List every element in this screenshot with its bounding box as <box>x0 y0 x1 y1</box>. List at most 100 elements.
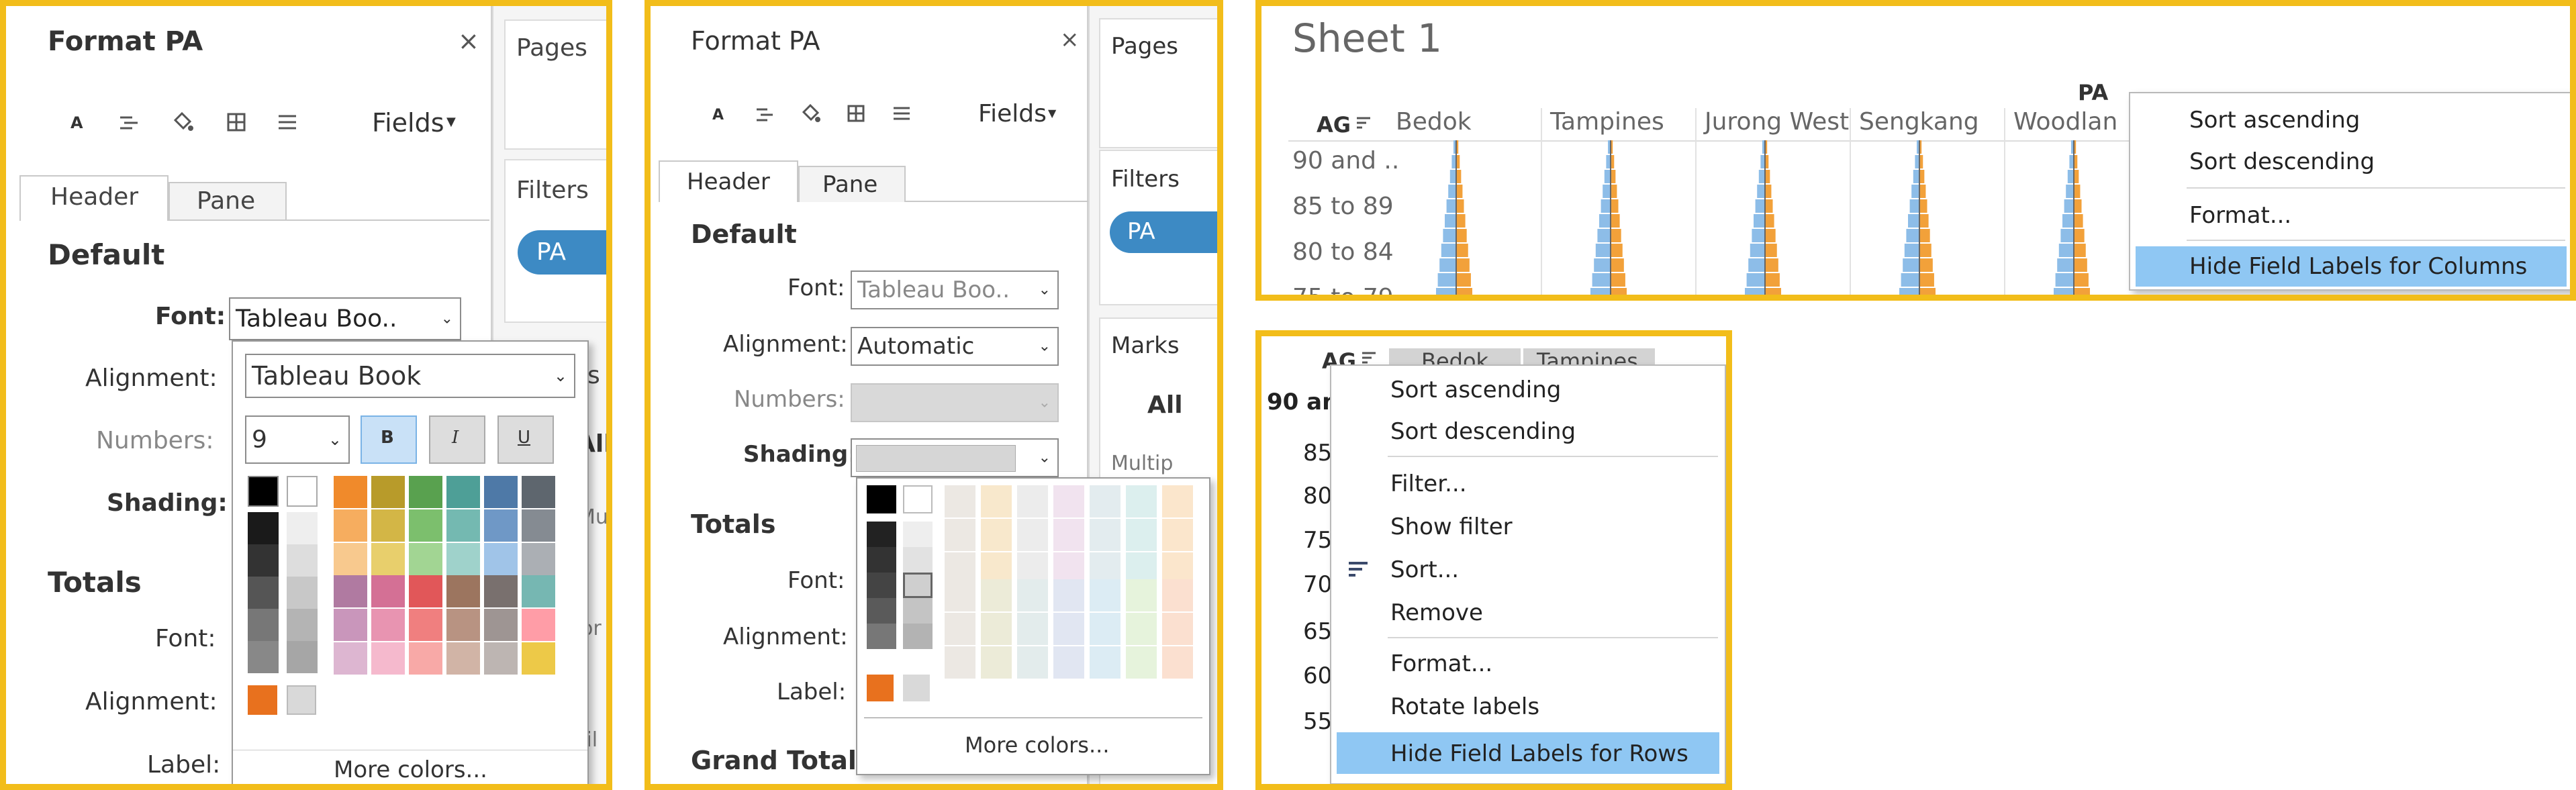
color-swatch[interactable] <box>903 485 933 513</box>
alignment-combo[interactable]: Automatic ⌄ <box>851 327 1059 366</box>
color-swatch[interactable] <box>371 642 405 675</box>
color-swatch[interactable] <box>1162 646 1193 679</box>
borders-icon[interactable] <box>226 112 246 132</box>
color-swatch[interactable] <box>287 609 318 641</box>
color-swatch[interactable] <box>248 476 279 507</box>
color-swatch[interactable] <box>409 642 442 675</box>
color-swatch[interactable] <box>903 522 933 547</box>
menu-item-sort-descending[interactable]: Sort descending <box>1331 411 1725 449</box>
color-swatch[interactable] <box>867 624 896 649</box>
alignment-icon[interactable] <box>755 107 774 123</box>
menu-item-show-filter[interactable]: Show filter <box>1331 507 1725 544</box>
more-colors-link[interactable]: More colors... <box>334 756 487 783</box>
row-header-label[interactable]: 55 <box>1303 708 1332 735</box>
menu-item-format[interactable]: Format... <box>2130 197 2570 234</box>
multiple-dropdown-fragment[interactable]: Multip <box>1111 452 1173 475</box>
color-swatch[interactable] <box>1090 519 1120 551</box>
color-swatch[interactable] <box>867 547 896 573</box>
color-swatch[interactable] <box>334 476 367 508</box>
color-swatch[interactable] <box>446 509 480 542</box>
color-swatch[interactable] <box>484 642 518 675</box>
close-icon[interactable]: × <box>458 26 479 56</box>
color-swatch[interactable] <box>446 575 480 607</box>
color-swatch[interactable] <box>522 543 555 575</box>
color-swatch[interactable] <box>1053 646 1084 679</box>
color-swatch[interactable] <box>446 642 480 675</box>
color-swatch[interactable] <box>1017 485 1048 517</box>
shading-bucket-icon[interactable] <box>171 111 194 134</box>
font-combo[interactable]: Tableau Boo.. ⌄ <box>851 270 1059 309</box>
color-swatch[interactable] <box>981 485 1012 517</box>
tab-header[interactable]: Header <box>659 160 798 202</box>
color-swatch[interactable] <box>522 575 555 607</box>
color-swatch[interactable] <box>945 485 975 517</box>
row-header-label[interactable]: 75 to 79 <box>1292 284 1394 295</box>
color-swatch[interactable] <box>1017 519 1048 551</box>
color-swatch[interactable] <box>371 476 405 508</box>
color-swatch[interactable] <box>903 675 930 701</box>
color-swatch[interactable] <box>409 543 442 575</box>
color-swatch[interactable] <box>248 512 279 544</box>
color-swatch[interactable] <box>334 509 367 542</box>
font-icon[interactable]: A <box>712 107 724 124</box>
color-swatch[interactable] <box>867 485 896 513</box>
pa-filter-pill[interactable]: PA <box>518 230 606 275</box>
color-swatch[interactable] <box>1126 613 1157 645</box>
color-swatch[interactable] <box>248 685 277 715</box>
color-swatch[interactable] <box>446 609 480 641</box>
color-swatch[interactable] <box>287 641 318 673</box>
font-icon[interactable]: A <box>70 113 83 132</box>
row-header-label[interactable]: 65 <box>1303 618 1332 645</box>
color-swatch[interactable] <box>1162 519 1193 551</box>
color-swatch[interactable] <box>334 575 367 607</box>
color-swatch[interactable] <box>522 476 555 508</box>
color-swatch[interactable] <box>334 609 367 641</box>
color-swatch[interactable] <box>1126 519 1157 551</box>
color-swatch[interactable] <box>1017 579 1048 611</box>
color-swatch[interactable] <box>1017 613 1048 645</box>
alignment-icon[interactable] <box>119 115 139 132</box>
color-swatch[interactable] <box>903 624 933 649</box>
font-combo[interactable]: Tableau Boo.. ⌄ <box>229 297 461 340</box>
color-swatch[interactable] <box>945 613 975 645</box>
color-swatch[interactable] <box>371 609 405 641</box>
row-header-label[interactable]: 80 <box>1303 483 1332 509</box>
color-swatch[interactable] <box>981 579 1012 611</box>
row-header-label[interactable]: 70 <box>1303 571 1332 598</box>
lines-icon[interactable] <box>892 105 911 121</box>
color-swatch[interactable] <box>409 509 442 542</box>
menu-item-hide-field-labels-columns[interactable]: Hide Field Labels for Columns <box>2136 246 2567 287</box>
color-swatch[interactable] <box>1090 485 1120 517</box>
pa-filter-pill[interactable]: PA <box>1110 211 1217 253</box>
row-header-label[interactable]: 85 <box>1303 440 1332 466</box>
menu-item-remove[interactable]: Remove <box>1331 593 1725 630</box>
color-swatch[interactable] <box>1090 613 1120 645</box>
menu-item-sort-descending[interactable]: Sort descending <box>2130 143 2570 181</box>
color-swatch[interactable] <box>522 509 555 542</box>
color-swatch[interactable] <box>334 642 367 675</box>
color-swatch[interactable] <box>1053 613 1084 645</box>
shading-combo[interactable]: ⌄ <box>851 438 1059 477</box>
menu-item-format[interactable]: Format... <box>1331 644 1725 681</box>
menu-item-filter[interactable]: Filter... <box>1331 464 1725 501</box>
color-swatch[interactable] <box>409 476 442 508</box>
color-swatch[interactable] <box>1126 579 1157 611</box>
borders-icon[interactable] <box>847 104 865 123</box>
color-swatch[interactable] <box>867 573 896 598</box>
color-swatch[interactable] <box>1090 579 1120 611</box>
color-swatch[interactable] <box>903 547 933 573</box>
color-swatch[interactable] <box>1162 613 1193 645</box>
color-swatch[interactable] <box>1126 646 1157 679</box>
color-swatch[interactable] <box>287 512 318 544</box>
more-colors-link[interactable]: More colors... <box>965 732 1109 758</box>
color-swatch[interactable] <box>903 598 933 624</box>
menu-item-sort-ascending[interactable]: Sort ascending <box>1331 370 1725 407</box>
color-swatch[interactable] <box>945 519 975 551</box>
menu-item-rotate-labels[interactable]: Rotate labels <box>1331 687 1725 724</box>
color-swatch[interactable] <box>1017 646 1048 679</box>
color-swatch[interactable] <box>248 609 279 641</box>
color-swatch[interactable] <box>1126 485 1157 517</box>
color-swatch[interactable] <box>1053 519 1084 551</box>
color-swatch[interactable] <box>287 544 318 577</box>
close-icon[interactable]: × <box>1060 26 1080 53</box>
